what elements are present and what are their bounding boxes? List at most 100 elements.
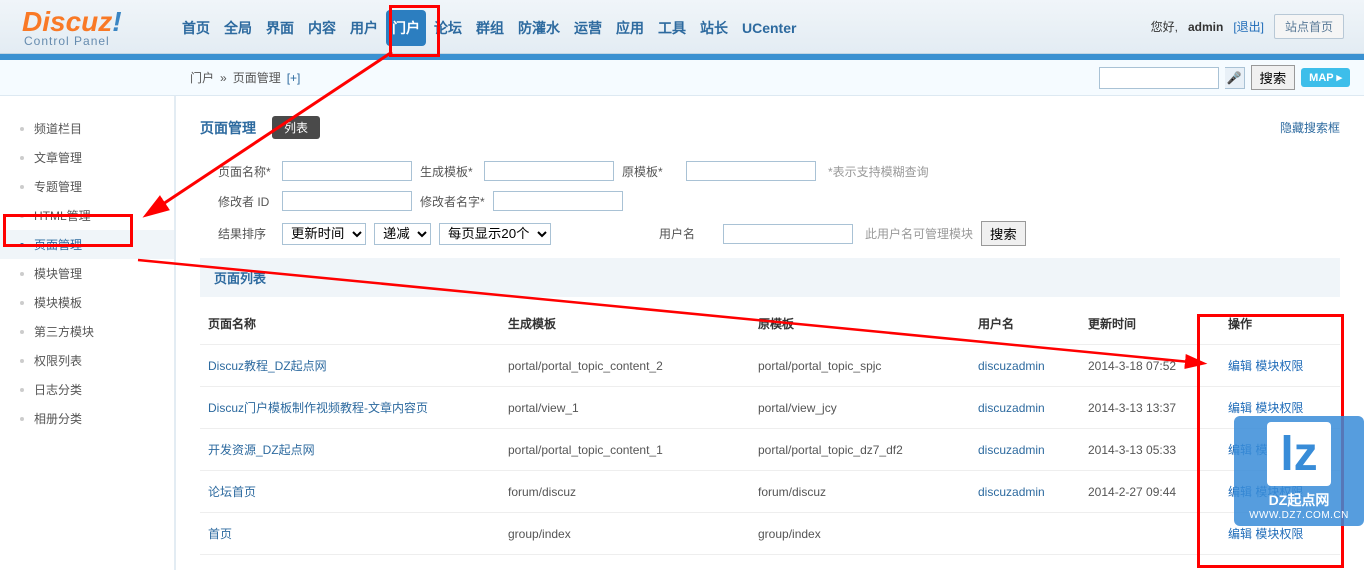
row-time: 2014-3-13 05:33 [1080, 429, 1220, 471]
input-user[interactable] [723, 224, 853, 244]
row-orig: portal/portal_topic_spjc [750, 345, 970, 387]
table-row: 论坛首页forum/discuzforum/discuzdiscuzadmin2… [200, 471, 1340, 513]
op-edit[interactable]: 编辑 [1228, 359, 1252, 373]
col-op: 操作 [1220, 303, 1340, 345]
watermark-name: DZ起点网 [1240, 490, 1358, 510]
row-user-link[interactable]: discuzadmin [978, 401, 1045, 415]
row-time: 2014-2-27 09:44 [1080, 471, 1220, 513]
breadcrumb-sep: » [220, 71, 227, 85]
hide-search-link[interactable]: 隐藏搜索框 [1280, 119, 1340, 136]
sidebar-item-10[interactable]: 相册分类 [0, 404, 174, 433]
row-user-link[interactable]: discuzadmin [978, 443, 1045, 457]
form-search-button[interactable]: 搜索 [981, 221, 1026, 246]
label-modname: 修改者名字* [420, 193, 485, 210]
nav-UCenter[interactable]: UCenter [736, 12, 802, 44]
row-orig: portal/portal_topic_dz7_df2 [750, 429, 970, 471]
row-name-link[interactable]: 开发资源_DZ起点网 [208, 443, 315, 457]
nav-站长[interactable]: 站长 [694, 10, 734, 46]
label-origtpl: 原模板* [622, 163, 678, 180]
breadcrumb-add[interactable]: [+] [287, 71, 301, 85]
content: 页面管理 列表 隐藏搜索框 页面名称* 生成模板* 原模板* *表示支持模糊查询… [176, 96, 1364, 570]
list-header: 页面列表 [200, 258, 1340, 297]
op-edit[interactable]: 编辑 [1228, 401, 1252, 415]
nav-界面[interactable]: 界面 [260, 10, 300, 46]
page-table: 页面名称 生成模板 原模板 用户名 更新时间 操作 Discuz教程_DZ起点网… [200, 303, 1340, 555]
label-sort: 结果排序 [218, 225, 274, 242]
nav-应用[interactable]: 应用 [610, 10, 650, 46]
sidebar-item-1[interactable]: 文章管理 [0, 143, 174, 172]
op-perm[interactable]: 模块权限 [1255, 359, 1303, 373]
sidebar-item-8[interactable]: 权限列表 [0, 346, 174, 375]
input-gentpl[interactable] [484, 161, 614, 181]
row-name-link[interactable]: 首页 [208, 527, 232, 541]
nav-首页[interactable]: 首页 [176, 10, 216, 46]
watermark-url: WWW.DZ7.COM.CN [1240, 510, 1358, 521]
row-name-link[interactable]: Discuz门户模板制作视频教程-文章内容页 [208, 401, 428, 415]
nav-内容[interactable]: 内容 [302, 10, 342, 46]
row-time: 2014-3-18 07:52 [1080, 345, 1220, 387]
row-name-link[interactable]: 论坛首页 [208, 485, 256, 499]
logo-excl: ! [112, 6, 121, 37]
sidebar-item-7[interactable]: 第三方模块 [0, 317, 174, 346]
select-sort[interactable]: 更新时间 [282, 223, 366, 245]
nav-工具[interactable]: 工具 [652, 10, 692, 46]
op-perm[interactable]: 模块权限 [1255, 401, 1303, 415]
greeting-text: 您好, [1151, 18, 1178, 35]
logo: Discuz! Control Panel [0, 6, 176, 48]
sidebar: 频道栏目文章管理专题管理HTML管理页面管理模块管理模块模板第三方模块权限列表日… [0, 96, 176, 570]
nav-群组[interactable]: 群组 [470, 10, 510, 46]
sidebar-item-9[interactable]: 日志分类 [0, 375, 174, 404]
row-orig: portal/view_jcy [750, 387, 970, 429]
input-name[interactable] [282, 161, 412, 181]
watermark-icon: lz [1267, 422, 1331, 486]
nav-全局[interactable]: 全局 [218, 10, 258, 46]
nav-门户[interactable]: 门户 [386, 10, 426, 46]
table-row: Discuz门户模板制作视频教程-文章内容页portal/view_1porta… [200, 387, 1340, 429]
op-perm[interactable]: 模块权限 [1255, 527, 1303, 541]
sidebar-item-2[interactable]: 专题管理 [0, 172, 174, 201]
sidebar-item-5[interactable]: 模块管理 [0, 259, 174, 288]
table-row: 首页group/indexgroup/index编辑 模块权限 [200, 513, 1340, 555]
sidebar-item-4[interactable]: 页面管理 [0, 230, 174, 259]
mic-icon[interactable]: 🎤 [1225, 67, 1245, 89]
nav-防灌水[interactable]: 防灌水 [512, 10, 566, 46]
username: admin [1188, 20, 1223, 34]
site-home-button[interactable]: 站点首页 [1274, 14, 1344, 39]
row-user-link[interactable]: discuzadmin [978, 485, 1045, 499]
table-row: Discuz教程_DZ起点网 portal/portal_topic_conten… [200, 345, 1340, 387]
label-name: 页面名称* [218, 163, 274, 180]
nav-运营[interactable]: 运营 [568, 10, 608, 46]
sidebar-item-0[interactable]: 频道栏目 [0, 114, 174, 143]
breadcrumb-portal[interactable]: 门户 [190, 69, 214, 86]
nav-用户[interactable]: 用户 [344, 10, 384, 46]
row-user-link[interactable]: discuzadmin [978, 359, 1045, 373]
col-name: 页面名称 [200, 303, 500, 345]
global-search-input[interactable] [1099, 67, 1219, 89]
input-modid[interactable] [282, 191, 412, 211]
logo-text: Discuz [22, 6, 112, 37]
table-row: 开发资源_DZ起点网 portal/portal_topic_content_1p… [200, 429, 1340, 471]
label-modid: 修改者 ID [218, 193, 274, 210]
row-gen: portal/portal_topic_content_1 [500, 429, 750, 471]
row-orig: forum/discuz [750, 471, 970, 513]
nav-论坛[interactable]: 论坛 [428, 10, 468, 46]
list-tab[interactable]: 列表 [272, 116, 320, 139]
breadcrumb-page[interactable]: 页面管理 [233, 69, 281, 86]
select-perpage[interactable]: 每页显示20个 [439, 223, 551, 245]
input-origtpl[interactable] [686, 161, 816, 181]
row-gen: portal/portal_topic_content_2 [500, 345, 750, 387]
op-edit[interactable]: 编辑 [1228, 527, 1252, 541]
input-modname[interactable] [493, 191, 623, 211]
logo-subtitle: Control Panel [22, 34, 176, 48]
sidebar-item-3[interactable]: HTML管理 [0, 201, 174, 230]
sidebar-item-6[interactable]: 模块模板 [0, 288, 174, 317]
main-nav: 首页全局界面内容用户门户论坛群组防灌水运营应用工具站长UCenter [176, 8, 1151, 46]
row-name-link[interactable]: Discuz教程_DZ起点网 [208, 359, 327, 373]
select-order[interactable]: 递减 [374, 223, 431, 245]
map-button[interactable]: MAP ▸ [1301, 68, 1350, 87]
page-title: 页面管理 [200, 118, 256, 138]
global-search-button[interactable]: 搜索 [1251, 65, 1296, 90]
logout-link[interactable]: [退出] [1233, 18, 1264, 35]
col-user: 用户名 [970, 303, 1080, 345]
row-time [1080, 513, 1220, 555]
